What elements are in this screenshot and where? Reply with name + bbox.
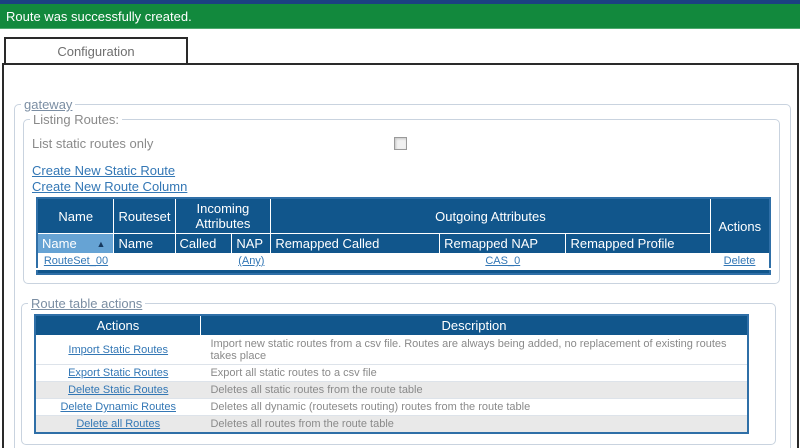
route-remapped-profile-cell (566, 254, 710, 270)
delete-all-routes-link[interactable]: Delete all Routes (76, 418, 160, 430)
gateway-link[interactable]: gateway (24, 97, 72, 112)
list-static-routes-row: List static routes only (32, 136, 771, 151)
action-cell: Delete all Routes (35, 416, 200, 434)
actions-column-header: Actions (35, 315, 200, 336)
group-header-outgoing-attributes: Outgoing Attributes (271, 198, 710, 234)
action-description: Deletes all dynamic (routesets routing) … (200, 399, 748, 416)
route-table-actions-fieldset: Route table actions Actions Description … (21, 296, 776, 445)
column-header-name-sorted[interactable]: Name ▲ (37, 234, 114, 254)
route-row: RouteSet_00 (Any) CAS_0 Dele (37, 254, 770, 270)
route-table-actions-link[interactable]: Route table actions (31, 296, 142, 311)
column-header-called[interactable]: Called (175, 234, 232, 254)
listing-routes-legend: Listing Routes: (30, 112, 122, 127)
route-nap-cell: (Any) (232, 254, 271, 270)
column-header-remapped-profile[interactable]: Remapped Profile (566, 234, 710, 254)
route-called-cell (175, 254, 232, 270)
create-new-route-column-link[interactable]: Create New Route Column (32, 179, 187, 194)
routes-table-column-header-row: Name ▲ Name Called NAP Remapped Called R… (37, 234, 770, 254)
route-name-cell: RouteSet_00 (37, 254, 114, 270)
routes-table-group-header-row: Name Routeset Incoming Attributes Outgoi… (37, 198, 770, 234)
action-row-delete-static: Delete Static Routes Deletes all static … (35, 382, 748, 399)
action-cell: Delete Dynamic Routes (35, 399, 200, 416)
route-remapped-called-cell (271, 254, 440, 270)
configuration-panel: gateway Listing Routes: List static rout… (2, 63, 799, 448)
create-new-static-route-link[interactable]: Create New Static Route (32, 163, 175, 178)
column-header-routeset-name[interactable]: Name (114, 234, 175, 254)
action-row-export-static: Export Static Routes Export all static r… (35, 365, 748, 382)
description-column-header: Description (200, 315, 748, 336)
action-description: Export all static routes to a csv file (200, 365, 748, 382)
success-banner: Route was successfully created. (0, 4, 800, 29)
tab-configuration[interactable]: Configuration (4, 37, 188, 63)
gateway-fieldset: gateway Listing Routes: List static rout… (14, 97, 791, 448)
delete-static-routes-link[interactable]: Delete Static Routes (68, 384, 168, 396)
route-actions-table: Actions Description Import Static Routes… (34, 314, 749, 434)
route-delete-link[interactable]: Delete (724, 255, 756, 267)
column-header-name-label: Name (42, 236, 77, 251)
tab-strip: Configuration (4, 37, 800, 63)
action-description: Deletes all routes from the route table (200, 416, 748, 434)
route-remapped-nap-link[interactable]: CAS_0 (485, 255, 520, 267)
action-cell: Export Static Routes (35, 365, 200, 382)
route-actions-header-row: Actions Description (35, 315, 748, 336)
group-header-name: Name (37, 198, 114, 234)
group-header-routeset: Routeset (114, 198, 175, 234)
gateway-legend: gateway (21, 97, 75, 112)
route-nap-link[interactable]: (Any) (238, 255, 264, 267)
action-row-import-static: Import Static Routes Import new static r… (35, 336, 748, 365)
group-header-incoming-attributes: Incoming Attributes (175, 198, 271, 234)
column-header-nap[interactable]: NAP (232, 234, 271, 254)
column-header-remapped-nap[interactable]: Remapped NAP (440, 234, 566, 254)
routes-table: Name Routeset Incoming Attributes Outgoi… (36, 197, 771, 275)
list-static-routes-checkbox[interactable] (394, 137, 407, 150)
delete-dynamic-routes-link[interactable]: Delete Dynamic Routes (60, 401, 176, 413)
action-row-delete-dynamic: Delete Dynamic Routes Deletes all dynami… (35, 399, 748, 416)
import-static-routes-link[interactable]: Import Static Routes (68, 344, 168, 356)
group-header-actions: Actions (710, 198, 770, 254)
create-links-block: Create New Static Route Create New Route… (32, 163, 771, 195)
sort-ascending-icon: ▲ (97, 239, 106, 249)
route-actions-cell: Delete (710, 254, 770, 270)
action-description: Import new static routes from a csv file… (200, 336, 748, 365)
success-banner-message: Route was successfully created. (6, 9, 192, 24)
tab-configuration-label: Configuration (57, 44, 134, 59)
action-cell: Import Static Routes (35, 336, 200, 365)
export-static-routes-link[interactable]: Export Static Routes (68, 367, 168, 379)
route-name-link[interactable]: RouteSet_00 (44, 255, 108, 267)
route-remapped-nap-cell: CAS_0 (440, 254, 566, 270)
column-header-remapped-called[interactable]: Remapped Called (271, 234, 440, 254)
route-table-actions-legend: Route table actions (28, 296, 145, 311)
list-static-routes-label: List static routes only (32, 136, 394, 151)
action-cell: Delete Static Routes (35, 382, 200, 399)
action-row-delete-all: Delete all Routes Deletes all routes fro… (35, 416, 748, 434)
listing-routes-fieldset: Listing Routes: List static routes only … (23, 112, 780, 284)
routes-table-bottom-bar (37, 269, 770, 274)
route-routeset-cell (114, 254, 175, 270)
action-description: Deletes all static routes from the route… (200, 382, 748, 399)
